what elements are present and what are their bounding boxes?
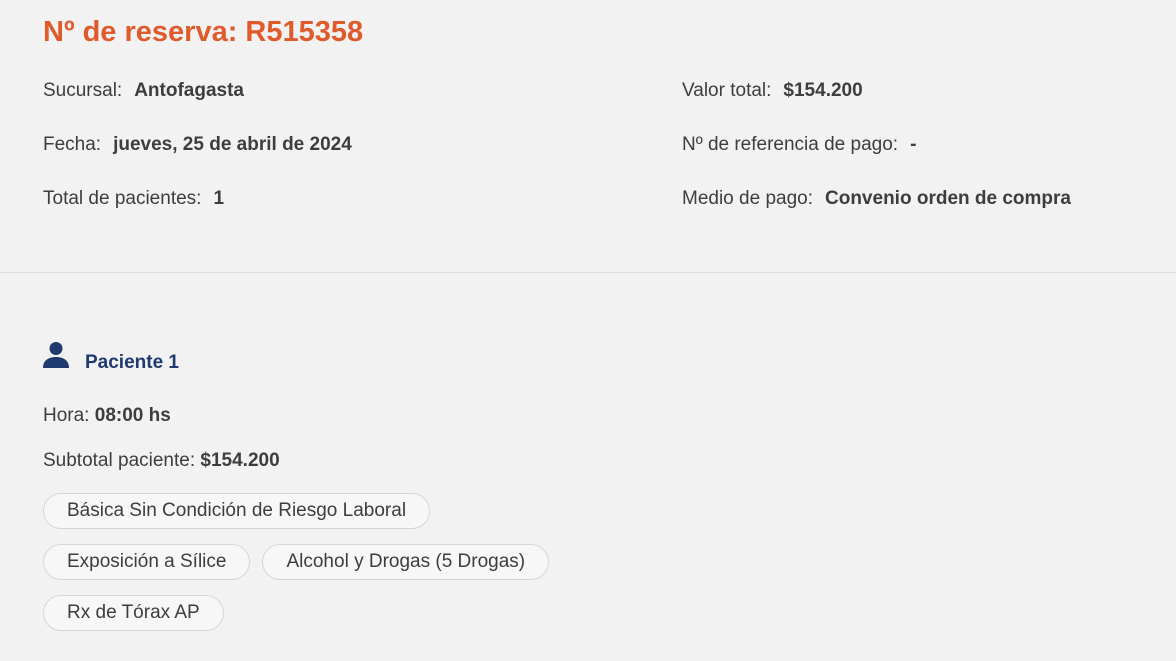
chip-row: Rx de Tórax AP: [43, 595, 743, 631]
reservation-summary: Nº de reserva: R515358 Sucursal: Antofaga…: [0, 0, 1176, 273]
subtotal-label: Subtotal paciente:: [43, 450, 196, 471]
exam-chip-list: Básica Sin Condición de Riesgo Laboral E…: [43, 493, 743, 646]
patient-header: Paciente 1: [43, 340, 1143, 384]
sucursal-value: Antofagasta: [134, 80, 244, 101]
exam-chip[interactable]: Básica Sin Condición de Riesgo Laboral: [43, 493, 431, 529]
valor-total-label: Valor total:: [682, 80, 772, 101]
exam-chip[interactable]: Rx de Tórax AP: [43, 595, 224, 631]
reservation-title: Nº de reserva: R515358: [43, 16, 364, 48]
valor-total-value: $154.200: [783, 80, 863, 101]
sucursal-row: Sucursal: Antofagasta: [43, 79, 244, 103]
subtotal-row: Subtotal paciente: $154.200: [43, 449, 280, 473]
total-pacientes-row: Total de pacientes: 1: [43, 187, 224, 211]
referencia-pago-label: Nº de referencia de pago:: [682, 134, 899, 155]
valor-total-row: Valor total: $154.200: [682, 79, 863, 103]
patient-name: Paciente 1: [85, 352, 179, 373]
referencia-pago-row: Nº de referencia de pago: -: [682, 133, 916, 157]
chip-row: Básica Sin Condición de Riesgo Laboral: [43, 493, 743, 529]
chip-row: Exposición a Sílice Alcohol y Drogas (5 …: [43, 544, 743, 580]
hora-label: Hora:: [43, 405, 90, 426]
patient-card: Paciente 1 Hora: 08:00 hs Subtotal pacie…: [43, 340, 1143, 631]
subtotal-value: $154.200: [200, 450, 280, 471]
medio-pago-value: Convenio orden de compra: [825, 188, 1071, 209]
fecha-label: Fecha:: [43, 134, 102, 155]
total-pacientes-value: 1: [213, 188, 225, 209]
hora-value: 08:00 hs: [94, 405, 171, 426]
medio-pago-row: Medio de pago: Convenio orden de compra: [682, 187, 1071, 211]
referencia-pago-value: -: [910, 134, 917, 155]
fecha-row: Fecha: jueves, 25 de abril de 2024: [43, 133, 352, 157]
exam-chip[interactable]: Exposición a Sílice: [43, 544, 251, 580]
total-pacientes-label: Total de pacientes:: [43, 188, 202, 209]
exam-chip[interactable]: Alcohol y Drogas (5 Drogas): [262, 544, 550, 580]
sucursal-label: Sucursal:: [43, 80, 123, 101]
hora-row: Hora: 08:00 hs: [43, 404, 171, 428]
fecha-value: jueves, 25 de abril de 2024: [113, 134, 352, 155]
medio-pago-label: Medio de pago:: [682, 188, 813, 209]
person-icon: [43, 342, 69, 368]
